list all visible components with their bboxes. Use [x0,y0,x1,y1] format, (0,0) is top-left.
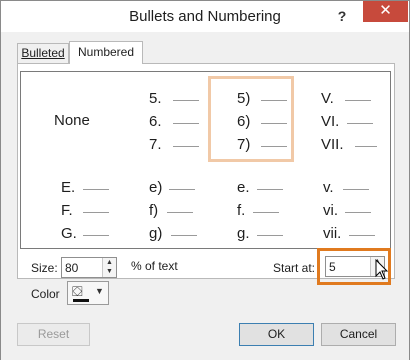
gallery-item-none[interactable]: None [54,112,90,129]
item-label: 6) [237,113,251,130]
item-label: V. [321,90,334,107]
item-label: 5. [149,90,162,107]
start-at-value: 5 [329,260,336,274]
item-label: g) [149,225,163,242]
gallery-item[interactable]: F. [61,200,147,224]
gallery-item[interactable]: 5) [237,88,323,112]
item-label: vi. [323,202,338,219]
size-unit-label: % of text [131,259,178,273]
cancel-button[interactable]: Cancel [321,323,396,346]
reset-label: Reset [37,327,70,341]
item-line [171,235,197,236]
gallery-item[interactable]: E. [61,177,147,201]
item-line [257,235,283,236]
gallery-item[interactable]: g. [237,223,323,247]
gallery-item[interactable]: v. [323,177,409,201]
tab-numbered-label: Numbered [77,45,135,59]
gallery-item[interactable]: e) [149,177,235,201]
bullets-numbering-dialog: Bullets and Numbering ? ✕ Bulleted Numbe… [0,0,410,360]
item-label: e. [237,179,250,196]
item-line [83,235,109,236]
gallery-item[interactable]: f. [237,200,323,224]
gallery-item[interactable]: e. [237,177,323,201]
gallery-item[interactable]: VII. [321,134,407,158]
item-label: e) [149,179,163,196]
gallery-item[interactable]: vii. [323,223,409,247]
gallery-item[interactable]: g) [149,223,235,247]
gallery-item[interactable]: VI. [321,111,407,135]
size-label: Size: [31,261,58,275]
item-line [257,189,283,190]
item-line [345,212,371,213]
item-line [83,189,109,190]
item-label: VI. [321,113,340,130]
item-line [261,100,287,101]
item-label: vii. [323,225,342,242]
title-bar: Bullets and Numbering ? ✕ [1,1,409,32]
color-swatch [73,299,89,302]
item-label: f) [149,202,159,219]
item-label: f. [237,202,246,219]
ok-label: OK [267,327,286,341]
paint-bucket-icon: ⛋ [72,283,83,299]
chevron-down-icon: ▼ [95,286,104,296]
mouse-pointer-icon [375,259,389,280]
item-line [253,212,279,213]
cancel-label: Cancel [339,327,378,341]
item-line [169,189,195,190]
gallery-item[interactable]: G. [61,223,147,247]
item-line [173,146,199,147]
item-label: 7. [149,136,162,153]
item-line [83,212,109,213]
start-at-label: Start at: [273,261,316,275]
item-label: g. [237,225,250,242]
item-label: F. [61,202,73,219]
gallery-item[interactable]: f) [149,200,235,224]
item-line [347,123,373,124]
color-label: Color [31,287,60,301]
item-line [343,189,369,190]
tab-bulleted[interactable]: Bulleted [17,43,69,63]
item-label: 6. [149,113,162,130]
size-spinner-arrows[interactable]: ▲ ▼ [102,258,116,277]
tab-bulleted-label: Bulleted [21,46,65,60]
item-label: 5) [237,90,251,107]
reset-button[interactable]: Reset [17,323,90,346]
item-line [261,146,287,147]
item-label: E. [61,179,76,196]
gallery-item[interactable]: 7) [237,134,323,158]
item-line [349,235,375,236]
size-spinner[interactable]: 80 ▲ ▼ [61,257,117,278]
ok-button[interactable]: OK [239,323,314,346]
item-line [167,212,193,213]
item-label: 7) [237,136,251,153]
item-label: v. [323,179,334,196]
item-label: VII. [321,136,344,153]
gallery-item[interactable]: vi. [323,200,409,224]
gallery-item[interactable]: V. [321,88,407,112]
item-line [345,100,371,101]
item-label: G. [61,225,77,242]
close-button[interactable]: ✕ [363,1,408,22]
size-value: 80 [65,261,79,275]
item-line [355,146,377,147]
help-button[interactable]: ? [329,6,355,26]
item-line [173,123,199,124]
item-line [261,123,287,124]
item-line [173,100,199,101]
tab-numbered[interactable]: Numbered [69,41,143,64]
color-picker-button[interactable]: ⛋ ▼ [67,281,109,305]
gallery-item[interactable]: 6) [237,111,323,135]
